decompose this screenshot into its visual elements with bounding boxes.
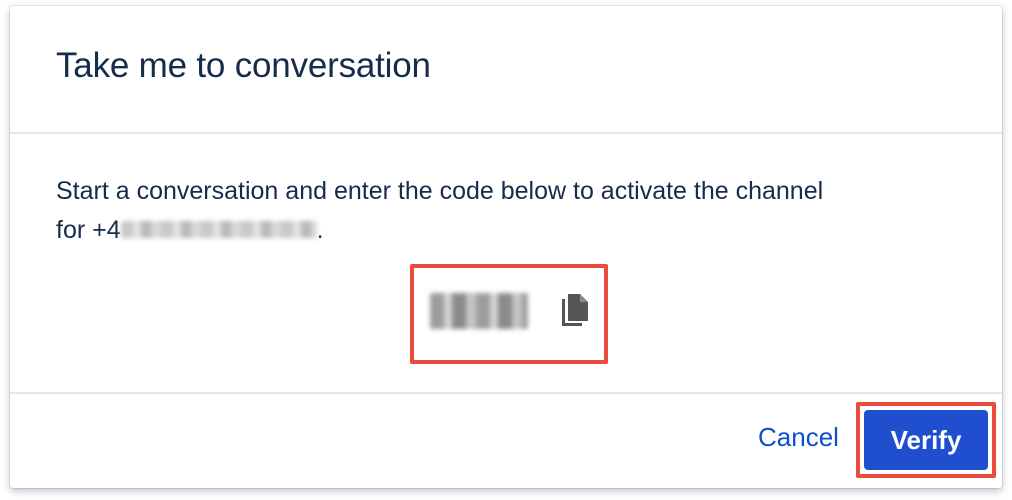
- phone-prefix: for +4: [56, 216, 121, 244]
- dialog-body: Start a conversation and enter the code …: [10, 134, 1002, 392]
- activation-dialog: Take me to conversation Start a conversa…: [10, 6, 1002, 488]
- dialog-header: Take me to conversation: [10, 6, 1002, 134]
- redacted-activation-code: [430, 293, 528, 329]
- activation-code-box: [410, 264, 608, 364]
- redacted-phone-number: [120, 220, 317, 238]
- dialog-footer: Cancel Verify: [10, 392, 1002, 488]
- phone-suffix: .: [316, 216, 324, 244]
- copy-icon[interactable]: [558, 292, 592, 328]
- instruction-sentence: Start a conversation and enter the code …: [56, 177, 824, 205]
- instruction-text: Start a conversation and enter the code …: [56, 172, 976, 250]
- verify-button[interactable]: Verify: [864, 410, 988, 470]
- cancel-button[interactable]: Cancel: [758, 422, 839, 453]
- dialog-title: Take me to conversation: [56, 46, 431, 85]
- verify-highlight: Verify: [856, 402, 996, 478]
